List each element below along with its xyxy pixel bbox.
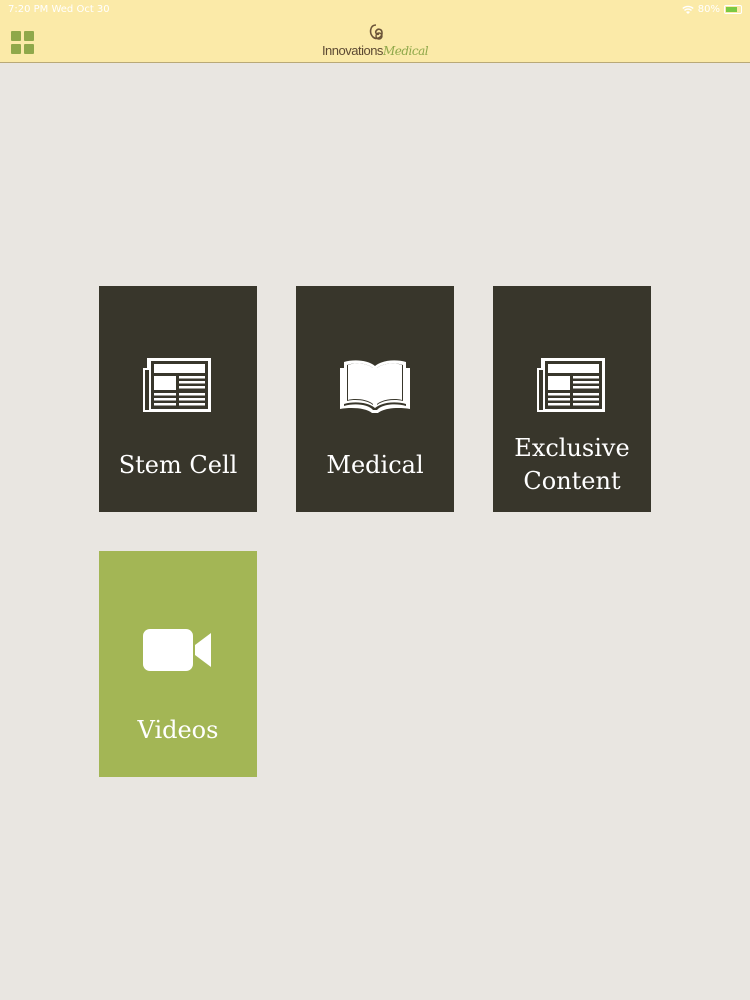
newspaper-icon: [143, 358, 211, 412]
book-icon: [340, 360, 410, 413]
logo-wordmark-part1: Innovations: [321, 43, 384, 58]
logo-wordmark-part2: Medical: [382, 44, 429, 58]
tile-videos[interactable]: Videos: [99, 551, 257, 777]
app-header: 7:20 PM Wed Oct 30 80% InnovationsMedica…: [0, 0, 750, 63]
status-right: 80%: [682, 4, 742, 15]
tile-label-line2: Content: [523, 467, 621, 495]
status-bar: 7:20 PM Wed Oct 30 80%: [0, 0, 750, 20]
newspaper-icon: [537, 358, 605, 412]
battery-icon: [724, 5, 742, 14]
tile-stem-cell[interactable]: Stem Cell: [99, 286, 257, 512]
tile-label-line1: Exclusive: [514, 434, 630, 462]
tile-label: Videos: [137, 716, 219, 744]
tile-label: Stem Cell: [118, 451, 238, 479]
tile-medical[interactable]: Medical: [296, 286, 454, 512]
logo-swirl-icon: [369, 24, 383, 40]
tile-label: Medical: [326, 451, 424, 479]
app-logo: InnovationsMedical: [310, 22, 440, 60]
logo-wordmark: InnovationsMedical: [310, 43, 440, 58]
battery-percent: 80%: [697, 4, 720, 15]
grid-menu-icon[interactable]: [11, 31, 35, 55]
wifi-icon: [682, 5, 694, 14]
video-camera-icon: [143, 629, 211, 671]
status-time: 7:20 PM Wed Oct 30: [8, 4, 110, 15]
tile-exclusive-content[interactable]: Exclusive Content: [493, 286, 651, 512]
